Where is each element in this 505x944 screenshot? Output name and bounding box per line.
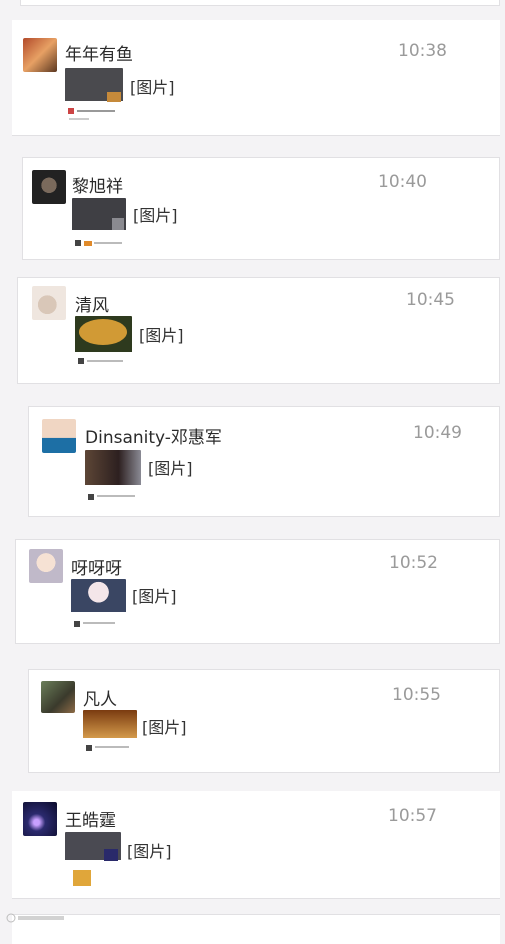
sender-name: 呀呀呀	[71, 559, 122, 579]
sender-name: 黎旭祥	[72, 177, 123, 197]
avatar[interactable]	[32, 286, 66, 320]
next-message-card	[12, 914, 500, 944]
avatar[interactable]	[32, 170, 66, 204]
avatar[interactable]	[42, 419, 76, 453]
sender-name: 王皓霆	[65, 811, 116, 831]
avatar[interactable]	[29, 549, 63, 583]
sender-name: 年年有鱼	[65, 45, 133, 65]
watermark-icon	[6, 912, 66, 927]
image-placeholder-text: [图片]	[133, 206, 178, 225]
avatar[interactable]	[23, 802, 57, 836]
image-placeholder-text: [图片]	[142, 718, 187, 737]
avatar[interactable]	[23, 38, 57, 72]
message-time: 10:52	[389, 553, 438, 573]
image-thumbnail[interactable]	[75, 316, 132, 374]
message-time: 10:49	[413, 423, 462, 443]
image-thumbnail[interactable]	[83, 710, 137, 766]
message-time: 10:55	[392, 685, 441, 705]
image-placeholder-text: [图片]	[132, 587, 177, 606]
image-thumbnail[interactable]	[71, 579, 126, 636]
image-placeholder-text: [图片]	[139, 326, 184, 345]
previous-message-card	[20, 0, 500, 6]
image-placeholder-text: [图片]	[130, 78, 175, 97]
sender-name: 清风	[75, 296, 109, 316]
avatar[interactable]	[41, 681, 75, 713]
message-time: 10:57	[388, 806, 437, 826]
message-time: 10:40	[378, 172, 427, 192]
image-placeholder-text: [图片]	[127, 842, 172, 861]
message-time: 10:45	[406, 290, 455, 310]
image-thumbnail[interactable]	[85, 450, 141, 508]
sender-name: Dinsanity-邓惠军	[85, 428, 222, 448]
image-thumbnail[interactable]	[65, 832, 121, 890]
image-thumbnail[interactable]	[65, 68, 123, 126]
image-placeholder-text: [图片]	[148, 459, 193, 478]
image-thumbnail[interactable]	[72, 198, 126, 254]
sender-name: 凡人	[83, 690, 117, 710]
message-time: 10:38	[398, 41, 447, 61]
